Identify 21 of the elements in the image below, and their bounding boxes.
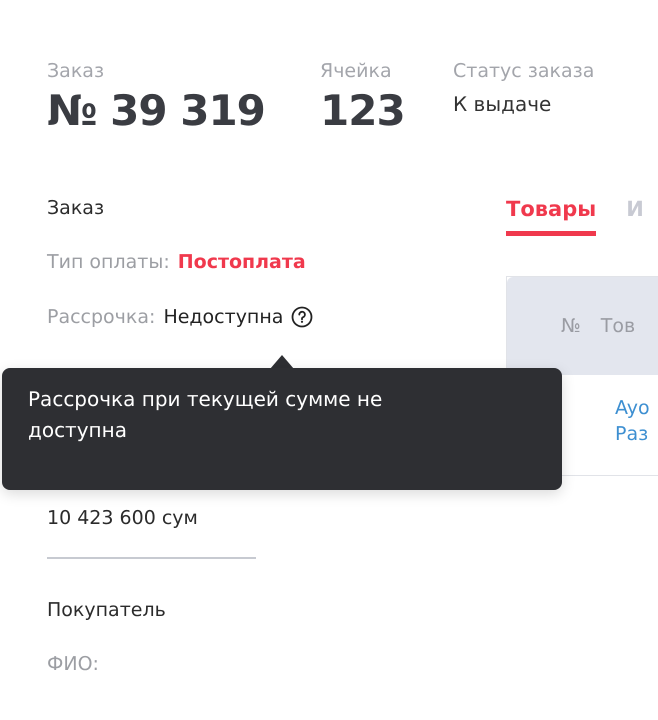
section-heading: Покупатель bbox=[47, 599, 167, 621]
summary-value: К выдаче bbox=[453, 92, 552, 116]
summary-label: Статус заказа bbox=[453, 60, 596, 82]
summary-label: Ячейка bbox=[320, 60, 393, 82]
field-label: Тип оплаты: bbox=[47, 250, 170, 272]
product-link[interactable]: Раз bbox=[615, 423, 658, 445]
column-header: Тов bbox=[600, 315, 636, 337]
column-header: № bbox=[561, 315, 581, 337]
field-value: Постоплата bbox=[178, 250, 306, 272]
field-label: ФИО: bbox=[47, 652, 99, 674]
summary-value: 123 bbox=[320, 86, 406, 135]
total-value: 10 423 600 сум bbox=[47, 507, 199, 529]
summary-value: № 39 319 bbox=[47, 86, 266, 135]
field-label: Рассрочка: bbox=[47, 306, 156, 328]
tab[interactable]: Товары bbox=[506, 197, 596, 236]
summary-label: Заказ bbox=[47, 60, 106, 82]
section-heading: Заказ bbox=[47, 197, 106, 219]
help-icon[interactable] bbox=[291, 306, 314, 328]
product-link[interactable]: Ayo bbox=[615, 397, 658, 419]
field-value: Недоступна bbox=[163, 306, 284, 328]
tooltip-text: Рассрочка при текущей сумме не доступна bbox=[28, 386, 384, 444]
